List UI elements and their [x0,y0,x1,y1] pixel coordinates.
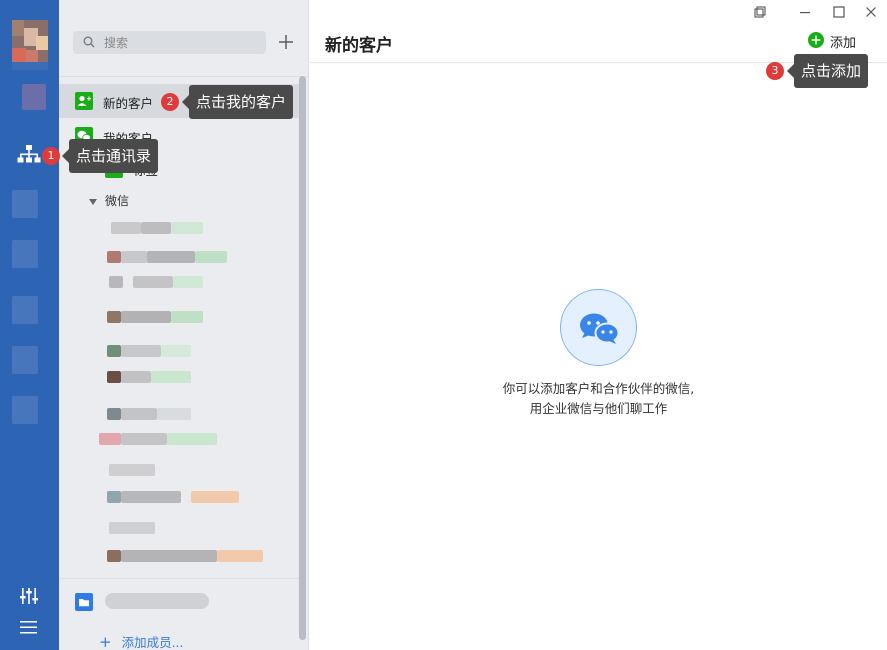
list-item[interactable] [99,403,269,425]
minimize-icon[interactable] [797,4,813,20]
search-box[interactable]: 搜索 [73,31,266,54]
org-name-blurred[interactable] [105,593,209,609]
restore-window-icon[interactable] [752,4,768,20]
add-member-label: 添加成员... [121,635,184,650]
contacts-icon[interactable] [17,144,41,168]
rail-item-blurred[interactable] [12,240,38,268]
list-item[interactable] [99,366,269,388]
list-item[interactable] [99,545,269,567]
left-rail [0,0,59,650]
plus-icon: + [99,633,112,650]
group-wechat[interactable]: 微信 [89,192,129,209]
callout-badge-2: 2 [161,93,179,111]
close-icon[interactable] [863,4,879,20]
empty-hint-line1: 你可以添加客户和合作伙伴的微信, [502,381,695,396]
rail-item-blurred[interactable] [22,84,46,110]
add-circle-icon [808,32,824,48]
rail-item-blurred[interactable] [12,296,38,324]
list-item[interactable] [99,459,269,481]
list-item[interactable] [99,306,269,328]
callout-tip-contacts: 点击通讯录 [61,139,159,173]
menu-icon[interactable] [19,619,43,643]
search-placeholder[interactable]: 搜索 [104,34,128,51]
rail-item-blurred[interactable] [12,346,38,374]
scrollbar[interactable] [299,76,306,640]
add-label: 添加 [830,36,857,51]
rail-item-blurred[interactable] [12,396,38,424]
new-customer-icon [75,92,93,110]
settings-sliders-icon[interactable] [19,586,43,610]
wechat-chat-icon [560,289,637,366]
list-item[interactable] [99,428,269,450]
list-item[interactable] [99,340,269,362]
app-window: 搜索 新的客户 微信 + 添加成员... 新的客户 添加 你可以添加客户和合作伙… [0,0,887,650]
list-item[interactable] [99,486,269,508]
rail-item-blurred[interactable] [12,190,38,218]
callout-tip-my-customers: 点击我的客户 [181,85,294,119]
maximize-icon[interactable] [831,4,847,20]
list-item[interactable] [99,217,269,239]
list-item[interactable] [99,517,269,539]
main-panel: 新的客户 添加 你可以添加客户和合作伙伴的微信, 用企业微信与他们聊工作 [310,0,887,650]
search-icon [83,36,95,52]
folder-icon[interactable] [75,593,93,611]
group-label: 微信 [105,194,130,208]
divider [59,578,299,579]
add-icon[interactable] [276,32,296,52]
callout-tip-add: 点击添加 [786,54,869,88]
collapse-triangle-icon [89,198,97,205]
callout-badge-3: 3 [766,62,784,80]
empty-hint-line2: 用企业微信与他们聊工作 [529,401,668,416]
list-item[interactable] [99,246,269,268]
add-member-link[interactable]: + 添加成员... [99,632,184,650]
nav-label: 新的客户 [103,96,154,111]
page-title: 新的客户 [325,36,393,56]
callout-badge-1: 1 [42,147,60,165]
divider [59,76,309,77]
list-item[interactable] [99,271,269,293]
avatar[interactable] [12,20,48,70]
